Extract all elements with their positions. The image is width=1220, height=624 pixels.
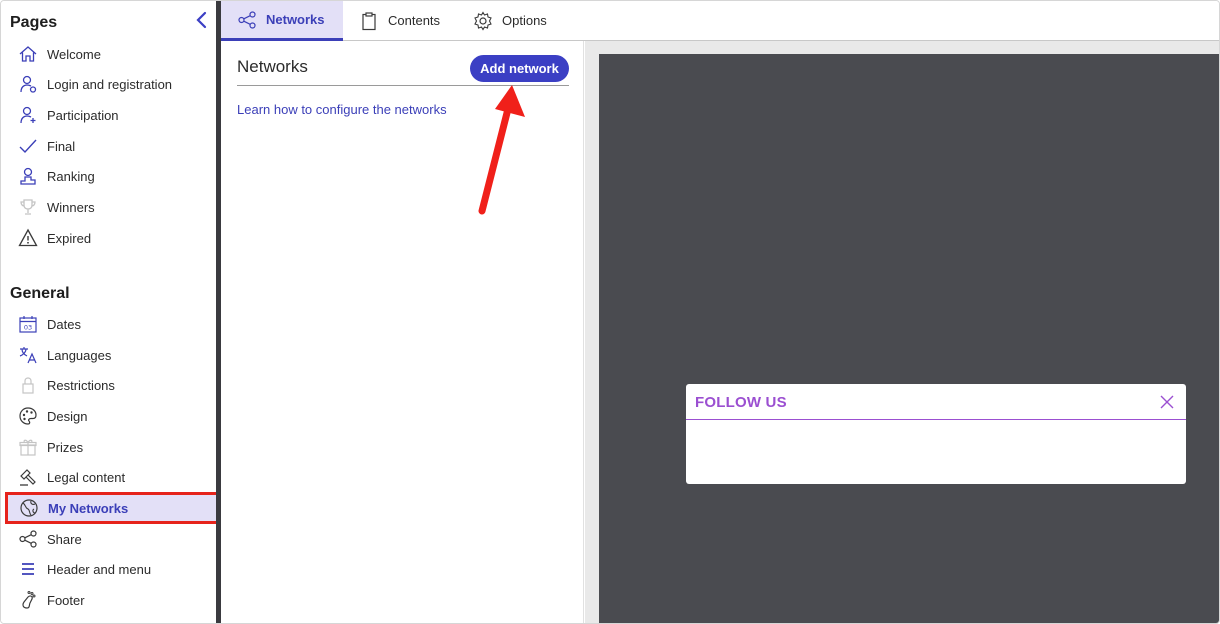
sidebar-item-label: Prizes: [47, 439, 84, 455]
sidebar-item-label: Restrictions: [47, 377, 115, 393]
gavel-icon: [17, 466, 39, 488]
sidebar-item-label: Final: [47, 138, 76, 154]
sidebar-item-label: Languages: [47, 347, 112, 363]
follow-us-modal: FOLLOW US: [686, 384, 1186, 484]
warning-icon: [17, 227, 39, 249]
sidebar-item-expired[interactable]: Expired: [6, 223, 216, 253]
home-icon: [17, 43, 39, 65]
sidebar-item-share[interactable]: Share: [6, 524, 216, 554]
sidebar-item-languages[interactable]: Languages: [6, 340, 216, 370]
sidebar-item-login-and-registration[interactable]: Login and registration: [6, 69, 216, 99]
sidebar-item-welcome[interactable]: Welcome: [6, 39, 216, 69]
general-section-title: General: [10, 285, 70, 302]
palette-icon: [17, 405, 39, 427]
sidebar-item-design[interactable]: Design: [6, 401, 216, 431]
tab-label: Options: [502, 13, 547, 28]
sidebar-item-participation[interactable]: Participation: [6, 100, 216, 130]
sidebar-item-label: Welcome: [47, 46, 101, 62]
sidebar-item-label: Design: [47, 408, 88, 424]
sidebar-item-final[interactable]: Final: [6, 131, 216, 161]
sidebar-item-label: Participation: [47, 107, 119, 123]
svg-text:03: 03: [24, 324, 32, 332]
sidebar-item-label: Header and menu: [47, 561, 152, 577]
sidebar-item-header-and-menu[interactable]: Header and menu: [6, 554, 216, 584]
add-network-button[interactable]: Add network: [470, 55, 569, 82]
sidebar-item-label: Login and registration: [47, 76, 173, 92]
trophy-icon: [17, 196, 39, 218]
tab-bar: Networks Contents Options: [221, 1, 1219, 41]
share-icon: [17, 528, 39, 550]
collapse-sidebar-button[interactable]: [191, 10, 211, 30]
chevron-left-icon: [196, 11, 207, 29]
menu-icon: [17, 558, 39, 580]
sidebar-item-my-networks[interactable]: My Networks: [5, 492, 220, 524]
calendar-icon: 03: [17, 313, 39, 335]
tab-label: Networks: [266, 12, 325, 27]
sidebar-item-dates[interactable]: 03 Dates: [6, 309, 216, 339]
sidebar-item-winners[interactable]: Winners: [6, 192, 216, 222]
clipboard-icon: [359, 11, 379, 31]
sidebar: Pages Welcome Login and registration Par…: [1, 1, 220, 623]
sidebar-item-label: Expired: [47, 230, 92, 246]
user-key-icon: [17, 73, 39, 95]
app-window: Pages Welcome Login and registration Par…: [0, 0, 1220, 624]
sidebar-item-label: Legal content: [47, 469, 126, 485]
check-icon: [17, 135, 39, 157]
translate-icon: [17, 344, 39, 366]
annotation-arrow-icon: [478, 85, 525, 215]
sidebar-item-prizes[interactable]: Prizes: [6, 432, 216, 462]
user-plus-icon: [17, 104, 39, 126]
share-icon: [237, 10, 257, 30]
preview-canvas: [599, 54, 1219, 623]
sidebar-item-label: Winners: [47, 199, 95, 215]
gift-icon: [17, 436, 39, 458]
sidebar-item-legal-content[interactable]: Legal content: [6, 462, 216, 492]
learn-configure-networks-link[interactable]: Learn how to configure the networks: [237, 102, 447, 117]
sidebar-item-label: Dates: [47, 316, 81, 332]
gear-icon: [473, 10, 493, 31]
lock-icon: [17, 374, 39, 396]
ranking-icon: [17, 165, 39, 187]
sidebar-item-label: My Networks: [48, 500, 129, 516]
sidebar-item-label: Ranking: [47, 168, 95, 184]
tab-contents[interactable]: Contents: [359, 1, 440, 40]
pages-section-title: Pages: [10, 14, 58, 31]
modal-divider: [686, 419, 1186, 420]
tab-options[interactable]: Options: [473, 1, 547, 40]
globe-icon: [18, 497, 40, 519]
sidebar-item-ranking[interactable]: Ranking: [6, 161, 216, 191]
close-icon[interactable]: [1158, 393, 1176, 411]
sidebar-item-restrictions[interactable]: Restrictions: [6, 370, 216, 400]
sidebar-item-label: Share: [47, 531, 82, 547]
modal-title: FOLLOW US: [695, 394, 787, 411]
tab-networks[interactable]: Networks: [221, 1, 343, 41]
sidebar-item-label: Footer: [47, 592, 85, 608]
tab-label: Contents: [388, 13, 441, 28]
panel-title: Networks: [237, 57, 308, 76]
footprint-icon: [17, 589, 39, 611]
sidebar-item-footer[interactable]: Footer: [6, 585, 216, 615]
